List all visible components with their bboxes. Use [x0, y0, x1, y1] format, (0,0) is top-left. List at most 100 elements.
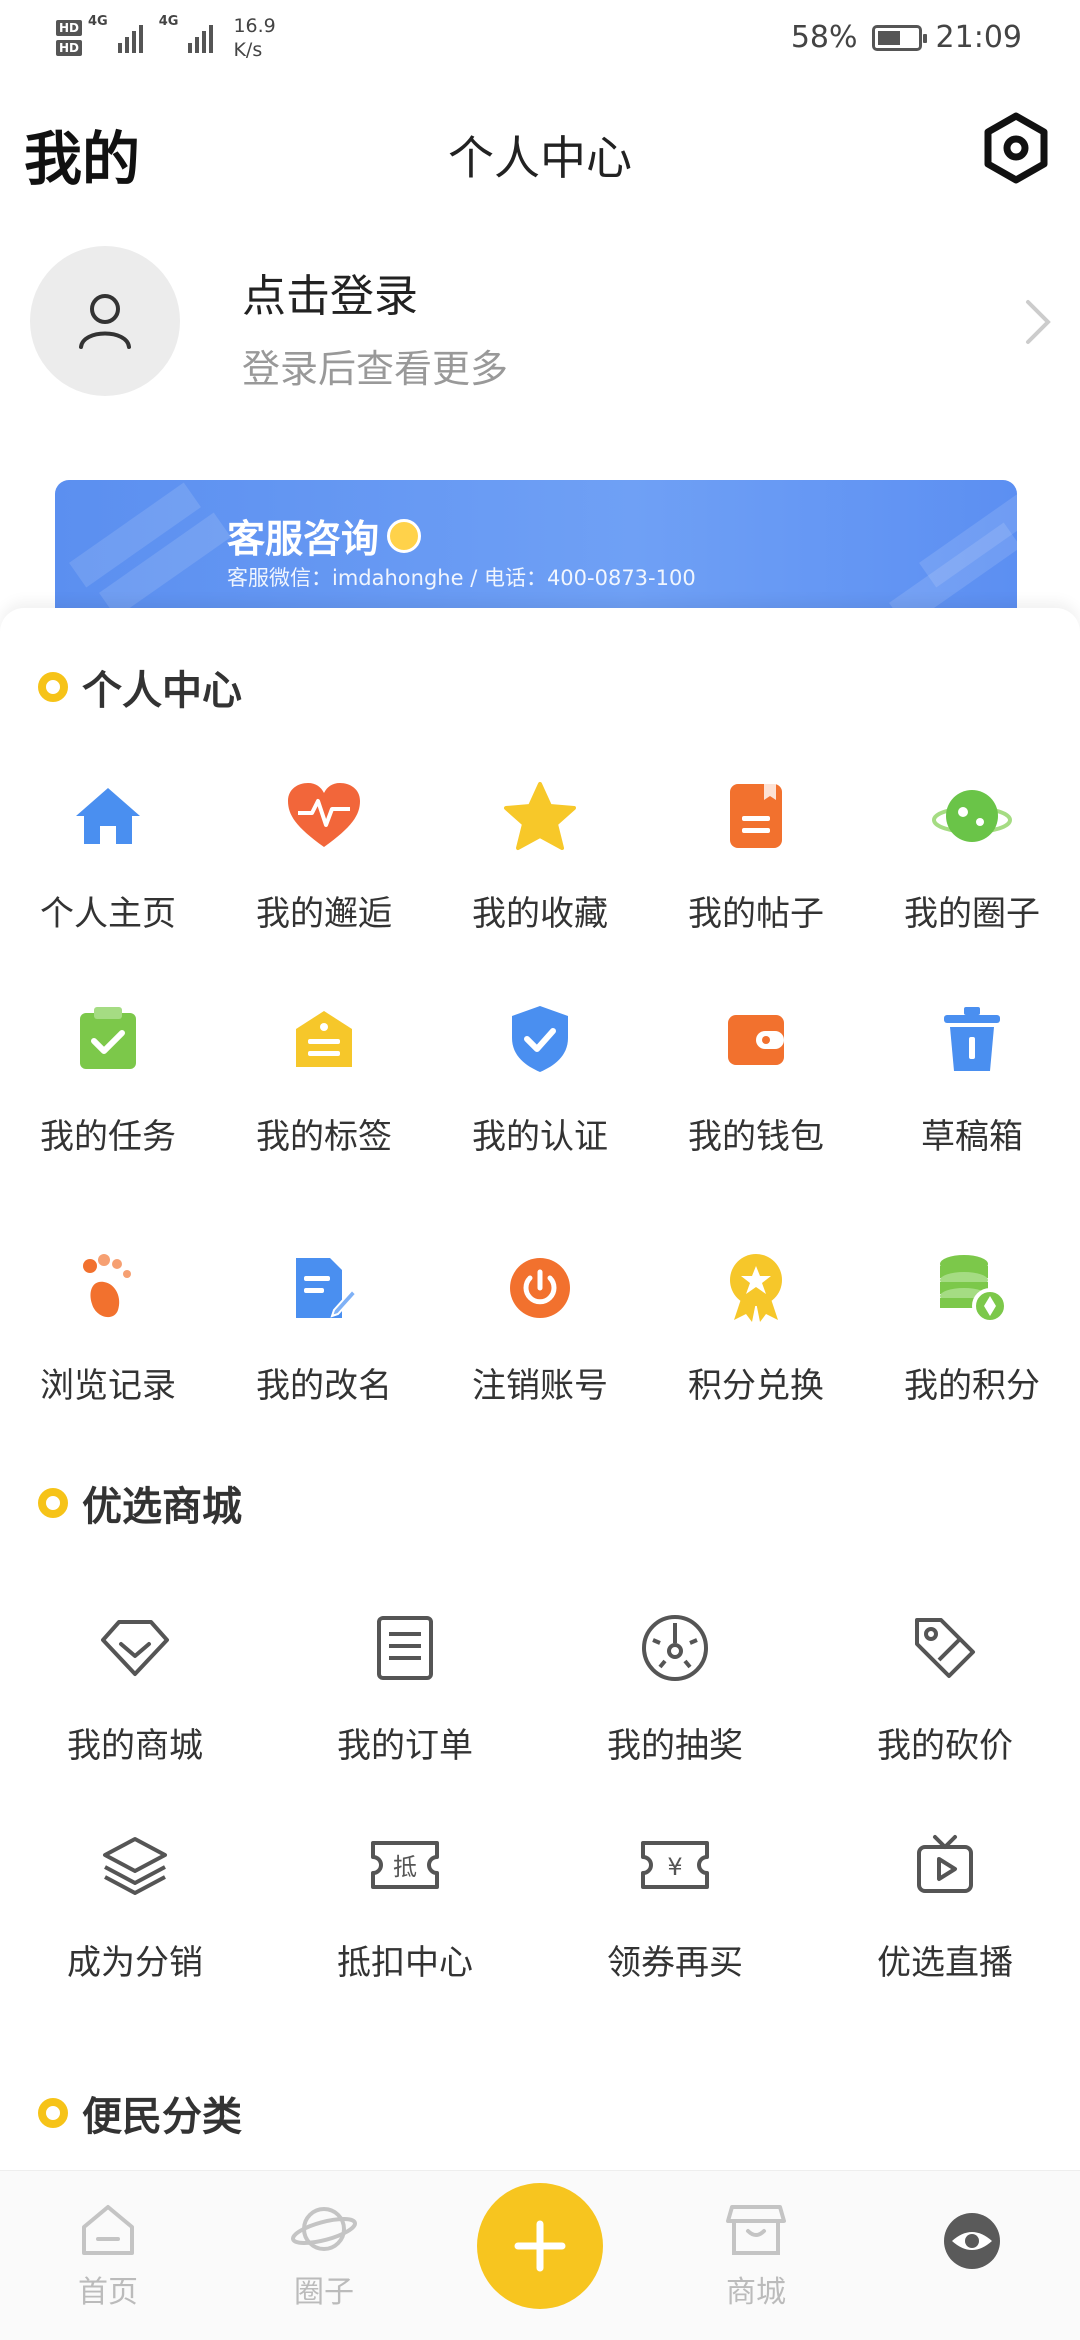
grid-item-orders[interactable]: 我的订单 [270, 1608, 540, 1767]
user-icon [79, 294, 131, 349]
publish-button[interactable] [477, 2183, 603, 2309]
grid-item-drafts[interactable]: 草稿箱 [864, 999, 1080, 1158]
lottery-wheel-icon [635, 1608, 715, 1688]
page-title: 个人中心 [448, 131, 632, 185]
section-mall: 优选商城 [38, 1474, 242, 1532]
planet-outline-icon [291, 2207, 357, 2251]
home-outline-icon [82, 2205, 134, 2255]
section-title: 个人中心 [82, 668, 242, 714]
grid-item-distribution[interactable]: 成为分销 [0, 1825, 270, 1984]
grid-item-label: 我的抽奖 [607, 1726, 743, 1766]
section-service: 便民分类 [38, 2084, 242, 2142]
order-list-icon [365, 1608, 445, 1688]
tab-mine[interactable] [892, 2211, 1052, 2271]
grid-item-rename[interactable]: 我的改名 [216, 1248, 432, 1407]
grid-item-label: 领券再买 [607, 1943, 743, 1983]
grid-item-live[interactable]: 优选直播 [810, 1825, 1080, 1984]
speed-value: 16.9 [233, 15, 276, 37]
section-dot-icon [38, 672, 68, 702]
banner-title-text: 客服咨询 [227, 517, 380, 561]
grid-item-label: 浏览记录 [40, 1366, 176, 1406]
grid-item-label: 我的改名 [256, 1366, 392, 1406]
deduct-ticket-icon: 抵 [365, 1825, 445, 1905]
medal-icon [716, 1248, 796, 1328]
customer-service-banner[interactable]: 客服咨询 客服微信：imdahonghe / 电话：400-0873-100 [55, 480, 1017, 610]
grid-item-label: 草稿箱 [921, 1117, 1023, 1157]
grid-item-wallet[interactable]: 我的钱包 [648, 999, 864, 1158]
grid-item-favorites[interactable]: 我的收藏 [432, 776, 648, 935]
avatar[interactable] [30, 246, 180, 396]
live-tv-icon [905, 1825, 985, 1905]
tab-home[interactable]: 首页 [28, 2201, 188, 2311]
grid-item-label: 我的帖子 [688, 894, 824, 934]
grid-item-lottery[interactable]: 我的抽奖 [540, 1608, 810, 1767]
grid-item-encounter[interactable]: 我的邂逅 [216, 776, 432, 935]
personal-grid-row3: 浏览记录 我的改名 注销账号 积分兑换 我的积分 [0, 1248, 1080, 1407]
settings-hex-icon[interactable] [978, 110, 1054, 186]
battery-percent: 58% [790, 20, 858, 55]
grid-item-bargain[interactable]: 我的砍价 [810, 1608, 1080, 1767]
network-label: 4G [88, 14, 108, 29]
grid-item-deduction[interactable]: 抵 抵扣中心 [270, 1825, 540, 1984]
grid-item-circles[interactable]: 我的圈子 [864, 776, 1080, 935]
diamond-icon [95, 1608, 175, 1688]
hd-badge: HD [56, 40, 83, 56]
grid-item-label: 抵扣中心 [337, 1943, 473, 1983]
home-icon [68, 776, 148, 856]
shield-check-icon [500, 999, 580, 1079]
battery-icon [871, 24, 927, 51]
grid-item-posts[interactable]: 我的帖子 [648, 776, 864, 935]
grid-item-label: 个人主页 [40, 894, 176, 934]
layers-icon [95, 1825, 175, 1905]
grid-item-label: 成为分销 [67, 1943, 203, 1983]
plus-icon [514, 2220, 566, 2272]
signal-icon [117, 23, 143, 53]
section-dot-icon [38, 1488, 68, 1518]
section-title: 优选商城 [82, 1484, 242, 1530]
hd-badges: HD HD [56, 20, 83, 56]
trash-icon [932, 999, 1012, 1079]
content-card: 个人中心 个人主页 我的邂逅 我的收藏 我的帖子 我的圈子 我的任务 我的标签 … [0, 608, 1080, 2178]
grid-item-tags[interactable]: 我的标签 [216, 999, 432, 1158]
edit-doc-icon [284, 1248, 364, 1328]
network-speed: 16.9 K/s [233, 14, 275, 62]
grid-item-history[interactable]: 浏览记录 [0, 1248, 216, 1407]
chevron-right-icon[interactable] [1018, 294, 1058, 350]
status-left: HD HD 4G 4G 16.9 K/s [56, 14, 276, 62]
price-tag-icon [905, 1608, 985, 1688]
grid-item-label: 我的认证 [472, 1117, 608, 1157]
post-icon [716, 776, 796, 856]
grid-item-tasks[interactable]: 我的任务 [0, 999, 216, 1158]
grid-item-homepage[interactable]: 个人主页 [0, 776, 216, 935]
section-title: 便民分类 [82, 2094, 242, 2140]
clock: 21:09 [935, 20, 1022, 55]
tab-mall[interactable]: 商城 [676, 2201, 836, 2311]
grid-item-label: 我的任务 [40, 1117, 176, 1157]
grid-item-label: 我的邂逅 [256, 894, 392, 934]
grid-item-deactivate[interactable]: 注销账号 [432, 1248, 648, 1407]
tab-circles[interactable]: 圈子 [244, 2201, 404, 2311]
login-row[interactable]: 点击登录 登录后查看更多 [0, 246, 1080, 406]
bottom-tab-bar: 首页 圈子 商城 [0, 2170, 1080, 2340]
grid-item-label: 优选直播 [877, 1943, 1013, 1983]
grid-item-points-exchange[interactable]: 积分兑换 [648, 1248, 864, 1407]
coins-icon [932, 1248, 1012, 1328]
deduct-glyph: 抵 [393, 1853, 417, 1881]
coupon-yen-icon: ¥ [635, 1825, 715, 1905]
grid-item-label: 我的订单 [337, 1726, 473, 1766]
eye-icon [944, 2213, 1000, 2269]
section-dot-icon [38, 2098, 68, 2128]
grid-item-my-mall[interactable]: 我的商城 [0, 1608, 270, 1767]
network-label: 4G [158, 14, 179, 29]
grid-item-coupon[interactable]: ¥ 领券再买 [540, 1825, 810, 1984]
service-avatar-icon [387, 518, 422, 553]
power-icon [500, 1248, 580, 1328]
grid-item-label: 注销账号 [472, 1366, 608, 1406]
header: 我的 个人中心 [0, 100, 1080, 200]
signal-icon [188, 23, 214, 53]
banner-title: 客服咨询 [227, 508, 422, 563]
planet-icon [932, 776, 1012, 856]
grid-item-my-points[interactable]: 我的积分 [864, 1248, 1080, 1407]
grid-item-verification[interactable]: 我的认证 [432, 999, 648, 1158]
login-title[interactable]: 点击登录 [242, 260, 418, 324]
